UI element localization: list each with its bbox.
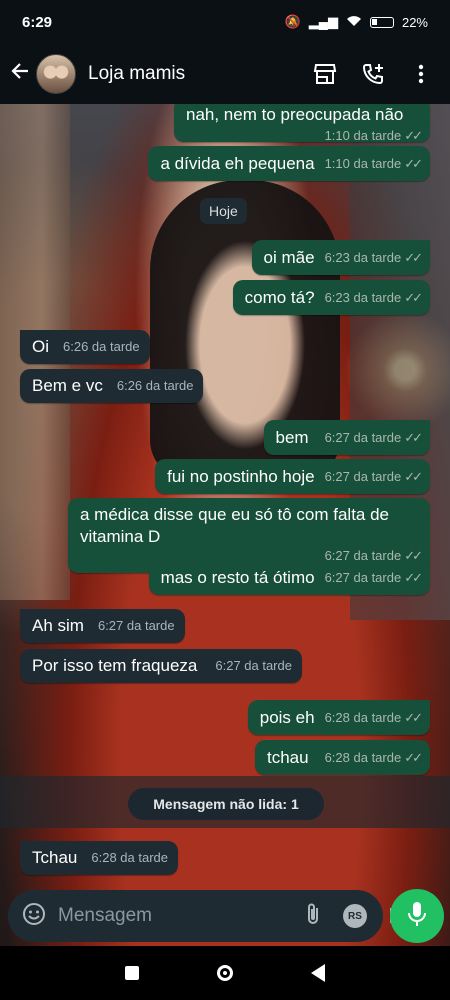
mic-icon: [407, 901, 427, 932]
message-text: Oi: [32, 337, 49, 356]
unread-messages-chip: Mensagem não lida: 1: [128, 788, 324, 820]
chat-header: Loja mamis: [0, 44, 450, 104]
date-chip: Hoje: [200, 198, 247, 224]
double-check-icon: ✓✓: [404, 570, 423, 585]
header-actions: [312, 61, 434, 87]
mute-bell-icon: 🔕: [284, 14, 301, 29]
message-bubble-outgoing[interactable]: como tá? 6:23 da tarde ✓✓: [232, 280, 430, 315]
message-time: 6:23 da tarde: [324, 250, 402, 265]
double-check-icon: ✓✓: [404, 128, 423, 143]
message-text: bem: [275, 428, 309, 447]
message-input-pill[interactable]: RS: [8, 890, 412, 942]
status-icons: 🔕 ▂▄▆ 22%: [285, 14, 428, 30]
double-check-icon: ✓✓: [404, 750, 423, 765]
message-text: pois eh: [259, 708, 315, 727]
double-check-icon: ✓✓: [404, 290, 423, 305]
message-time: 6:28 da tarde: [324, 710, 402, 725]
message-composer: RS: [0, 886, 450, 946]
message-time: 6:28 da tarde: [91, 850, 168, 865]
home-icon[interactable]: [217, 965, 233, 981]
chat-area[interactable]: nah, nem to preocupada não 1:10 da tarde…: [0, 104, 450, 886]
double-check-icon: ✓✓: [404, 710, 423, 725]
message-bubble-incoming[interactable]: Oi 6:26 da tarde: [20, 330, 150, 364]
store-icon[interactable]: [312, 61, 338, 87]
message-time: 6:27 da tarde: [324, 570, 402, 585]
message-bubble-incoming[interactable]: Bem e vc 6:26 da tarde: [20, 369, 204, 403]
message-text: fui no postinho hoje: [167, 467, 315, 486]
message-bubble-incoming[interactable]: Tchau 6:28 da tarde: [20, 841, 178, 875]
add-call-icon[interactable]: [360, 61, 386, 87]
message-time: 6:27 da tarde: [215, 658, 292, 673]
message-bubble-outgoing[interactable]: fui no postinho hoje 6:27 da tarde ✓✓: [155, 459, 430, 494]
message-time: 6:27 da tarde: [97, 618, 175, 633]
message-text: mas o resto tá ótimo: [160, 568, 315, 587]
message-time: 6:26 da tarde: [63, 339, 140, 354]
message-bubble-outgoing[interactable]: a dívida eh pequena 1:10 da tarde ✓✓: [148, 146, 430, 181]
mic-button[interactable]: [390, 889, 444, 943]
back-icon[interactable]: [311, 964, 325, 982]
message-time: 6:28 da tarde: [324, 750, 402, 765]
message-bubble-incoming[interactable]: Ah sim 6:27 da tarde: [20, 609, 185, 643]
emoji-icon[interactable]: [22, 902, 46, 931]
system-nav-bar: [0, 946, 450, 1000]
signal-icon: ▂▄▆: [308, 14, 338, 29]
message-text: a médica disse que eu só tô com falta de…: [80, 505, 390, 546]
message-text: Ah sim: [32, 616, 84, 635]
message-bubble-outgoing[interactable]: nah, nem to preocupada não 1:10 da tarde…: [174, 104, 430, 143]
message-time: 6:23 da tarde: [324, 290, 402, 305]
message-time: 6:26 da tarde: [116, 378, 194, 393]
message-input[interactable]: [56, 904, 305, 928]
more-vert-icon[interactable]: [408, 61, 434, 87]
status-time: 6:29: [22, 13, 53, 31]
double-check-icon: ✓✓: [404, 430, 423, 445]
message-text: a dívida eh pequena: [160, 154, 315, 173]
message-bubble-outgoing[interactable]: tchau 6:28 da tarde ✓✓: [254, 740, 430, 775]
message-text: Tchau: [32, 848, 78, 867]
double-check-icon: ✓✓: [404, 156, 423, 171]
message-text: tchau: [266, 748, 309, 767]
double-check-icon: ✓✓: [404, 469, 423, 484]
message-bubble-incoming[interactable]: Por isso tem fraqueza 6:27 da tarde: [20, 649, 302, 683]
wifi-icon: [346, 15, 362, 30]
message-bubble-outgoing[interactable]: oi mãe 6:23 da tarde ✓✓: [251, 240, 430, 275]
battery-percent: 22%: [401, 14, 428, 30]
contact-name[interactable]: Loja mamis: [88, 63, 312, 85]
battery-icon: [369, 16, 394, 28]
message-text: oi mãe: [263, 248, 315, 267]
back-arrow-icon[interactable]: [10, 61, 32, 87]
message-text: nah, nem to preocupada não: [186, 105, 404, 124]
avatar[interactable]: [36, 54, 76, 94]
message-time: 6:27 da tarde: [324, 430, 402, 445]
message-text: como tá?: [244, 288, 315, 307]
message-time: 1:10 da tarde: [324, 128, 402, 143]
message-bubble-outgoing[interactable]: bem 6:27 da tarde ✓✓: [263, 420, 430, 455]
double-check-icon: ✓✓: [404, 250, 423, 265]
message-text: Bem e vc: [32, 376, 103, 395]
attach-icon[interactable]: [305, 902, 321, 931]
message-time: 1:10 da tarde: [324, 156, 402, 171]
message-time: 6:27 da tarde: [324, 469, 402, 484]
status-bar: 6:29 🔕 ▂▄▆ 22%: [0, 0, 450, 44]
payment-rs-icon[interactable]: RS: [343, 904, 367, 928]
message-bubble-outgoing[interactable]: mas o resto tá ótimo 6:27 da tarde ✓✓: [148, 560, 430, 595]
recents-icon[interactable]: [125, 966, 139, 980]
message-text: Por isso tem fraqueza: [32, 656, 198, 675]
message-bubble-outgoing[interactable]: pois eh 6:28 da tarde ✓✓: [247, 700, 430, 735]
